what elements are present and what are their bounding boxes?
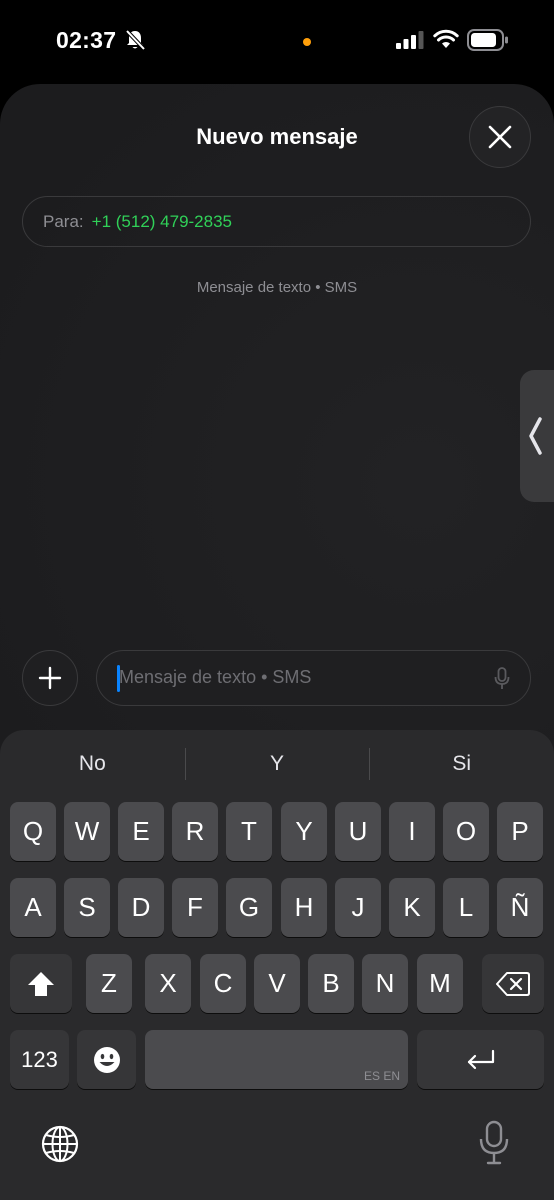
suggestion-item[interactable]: No xyxy=(0,744,185,784)
shift-key[interactable] xyxy=(10,954,72,1013)
suggestion-bar: No Y Si xyxy=(0,744,554,784)
shift-icon xyxy=(28,971,54,996)
key-t[interactable]: T xyxy=(226,802,272,861)
keyboard: No Y Si Q W E R T Y U I O P A S D F G H … xyxy=(0,730,554,1200)
chevron-left-icon xyxy=(529,417,542,455)
key-enye[interactable]: Ñ xyxy=(497,878,543,937)
recipient-value[interactable]: +1 (512) 479-2835 xyxy=(92,212,232,232)
status-bar: 02:37 xyxy=(0,0,554,84)
key-k[interactable]: K xyxy=(389,878,435,937)
key-f[interactable]: F xyxy=(172,878,218,937)
recipient-label: Para: xyxy=(43,211,84,231)
key-l[interactable]: L xyxy=(443,878,489,937)
message-placeholder: Mensaje de texto • SMS xyxy=(119,667,312,687)
plus-icon xyxy=(38,666,62,690)
key-r[interactable]: R xyxy=(172,802,218,861)
key-z[interactable]: Z xyxy=(86,954,132,1013)
key-e[interactable]: E xyxy=(118,802,164,861)
suggestion-item[interactable]: Si xyxy=(369,744,554,784)
delete-icon xyxy=(496,971,530,996)
key-u[interactable]: U xyxy=(335,802,381,861)
close-button[interactable] xyxy=(469,106,531,168)
return-key[interactable] xyxy=(417,1030,544,1089)
bell-slash-icon xyxy=(125,29,146,51)
delete-key[interactable] xyxy=(482,954,544,1013)
suggestion-item[interactable]: Y xyxy=(184,744,370,784)
key-q[interactable]: Q xyxy=(10,802,56,861)
status-time: 02:37 xyxy=(56,27,117,53)
key-m[interactable]: M xyxy=(417,954,463,1013)
key-c[interactable]: C xyxy=(200,954,246,1013)
keyboard-language-label: ES EN xyxy=(363,1069,400,1083)
key-o[interactable]: O xyxy=(443,802,489,861)
key-p[interactable]: P xyxy=(497,802,543,861)
service-caption: Mensaje de texto • SMS xyxy=(196,279,358,296)
side-drawer-handle[interactable] xyxy=(520,370,554,502)
space-key[interactable]: ES EN xyxy=(145,1030,408,1089)
recipient-field[interactable]: Para: +1 (512) 479-2835 xyxy=(22,196,531,247)
key-h[interactable]: H xyxy=(281,878,327,937)
wifi-icon xyxy=(433,29,459,48)
key-g[interactable]: G xyxy=(226,878,272,937)
add-attachment-button[interactable] xyxy=(22,650,78,706)
key-b[interactable]: B xyxy=(308,954,354,1013)
emoji-key[interactable] xyxy=(77,1030,136,1089)
key-i[interactable]: I xyxy=(389,802,435,861)
return-icon xyxy=(467,1049,494,1069)
microphone-icon[interactable] xyxy=(494,667,510,691)
key-s[interactable]: S xyxy=(64,878,110,937)
emoji-icon xyxy=(93,1046,120,1073)
key-v[interactable]: V xyxy=(254,954,300,1013)
key-j[interactable]: J xyxy=(335,878,381,937)
key-a[interactable]: A xyxy=(10,878,56,937)
globe-icon[interactable] xyxy=(40,1124,80,1164)
key-y[interactable]: Y xyxy=(281,802,327,861)
key-d[interactable]: D xyxy=(118,878,164,937)
privacy-indicator-dot xyxy=(303,38,311,46)
battery-icon xyxy=(467,29,508,51)
key-n[interactable]: N xyxy=(362,954,408,1013)
key-w[interactable]: W xyxy=(64,802,110,861)
signal-icon xyxy=(396,31,424,49)
numbers-key[interactable]: 123 xyxy=(10,1030,69,1089)
dictation-icon[interactable] xyxy=(478,1120,510,1166)
close-icon xyxy=(488,125,512,149)
message-input[interactable]: Mensaje de texto • SMS xyxy=(96,650,531,706)
key-x[interactable]: X xyxy=(145,954,191,1013)
